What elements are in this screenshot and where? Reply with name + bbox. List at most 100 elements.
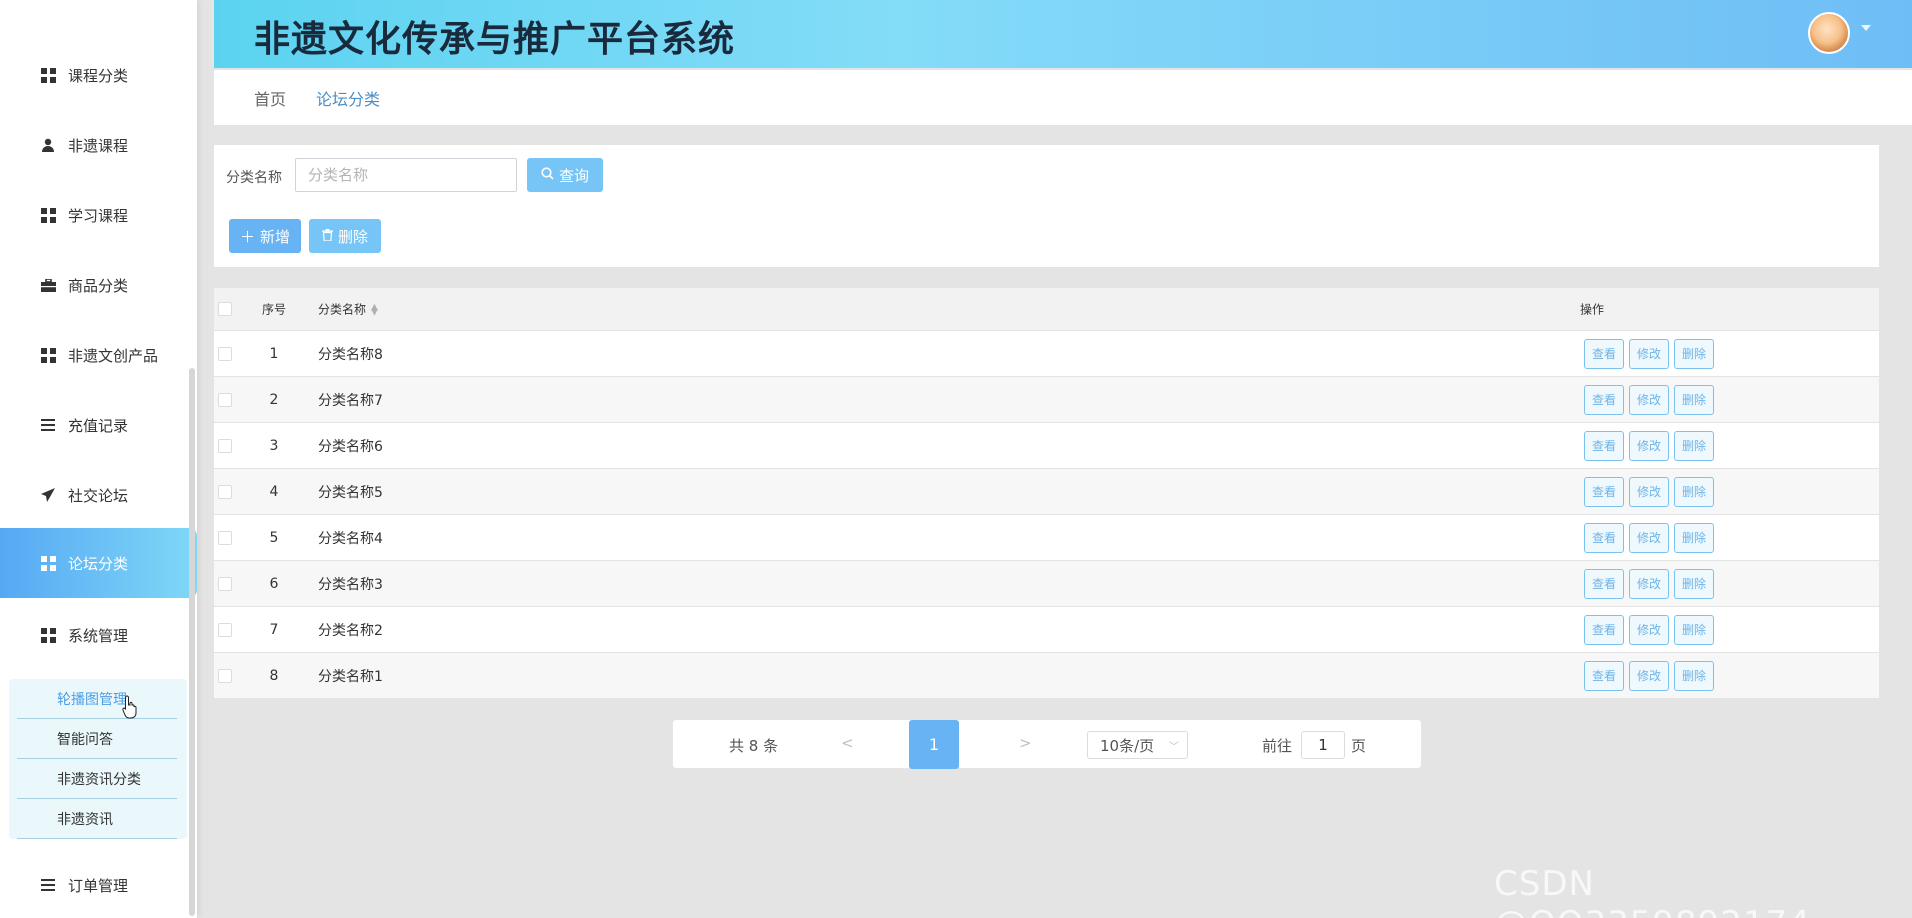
sidebar-scrollbar[interactable]	[189, 368, 195, 916]
delete-button[interactable]: 删除	[1674, 660, 1714, 691]
grid-icon	[40, 67, 56, 83]
avatar[interactable]	[1808, 12, 1850, 54]
delete-button[interactable]: 删除	[1674, 384, 1714, 415]
edit-button[interactable]: 修改	[1629, 568, 1669, 599]
category-table: 序号 分类名称 ▲ ▼ 操作 1 分类名称8 查看 修改 删除 2 分类名称7 查看 修改 删除 3 分类…	[214, 288, 1879, 698]
row-actions: 查看 修改 删除	[1584, 338, 1719, 369]
submenu-item-label: 非遗资讯	[57, 811, 113, 828]
sidebar-item-label: 论坛分类	[68, 554, 129, 573]
table-row: 1 分类名称8 查看 修改 删除	[214, 330, 1879, 376]
submenu-item-news[interactable]: 非遗资讯	[17, 799, 177, 839]
row-checkbox[interactable]	[218, 438, 232, 453]
delete-button[interactable]: 删除	[1674, 614, 1714, 645]
edit-button[interactable]: 修改	[1629, 614, 1669, 645]
view-button[interactable]: 查看	[1584, 568, 1624, 599]
sidebar-item-label: 商品分类	[68, 276, 129, 295]
sidebar-item-order-management[interactable]: 订单管理	[0, 850, 197, 918]
view-button[interactable]: 查看	[1584, 660, 1624, 691]
sidebar-item-study-course[interactable]: 学习课程	[0, 180, 197, 250]
sort-icon[interactable]: ▲ ▼	[371, 303, 378, 317]
goto-label: 前往	[1262, 737, 1293, 755]
header-name[interactable]: 分类名称 ▲ ▼	[318, 301, 378, 318]
table-header: 序号 分类名称 ▲ ▼ 操作	[214, 288, 1879, 330]
sidebar-item-system-management[interactable]: 系统管理	[0, 600, 197, 670]
sidebar-item-heritage-course[interactable]: 非遗课程	[0, 110, 197, 180]
view-button[interactable]: 查看	[1584, 614, 1624, 645]
row-actions: 查看 修改 删除	[1584, 384, 1719, 415]
chevron-down-icon[interactable]	[1861, 25, 1871, 31]
delete-button[interactable]: 删除	[1674, 568, 1714, 599]
submenu-item-label: 非遗资讯分类	[57, 771, 141, 788]
next-page-button[interactable]: >	[1019, 734, 1032, 752]
sidebar: 课程分类 非遗课程 学习课程 商品分类 非遗文创产品 充值记录 社交论坛 论坛分…	[0, 0, 197, 918]
row-index: 8	[269, 667, 279, 684]
search-input[interactable]	[295, 158, 517, 192]
view-button[interactable]: 查看	[1584, 522, 1624, 553]
add-button[interactable]: ＋ 新增	[229, 219, 301, 253]
sidebar-item-recharge-records[interactable]: 充值记录	[0, 390, 197, 460]
submenu-item-carousel[interactable]: 轮播图管理	[17, 679, 177, 719]
trash-icon	[321, 227, 333, 245]
table-row: 3 分类名称6 查看 修改 删除	[214, 422, 1879, 468]
row-checkbox[interactable]	[218, 484, 232, 499]
hand-cursor-icon	[122, 695, 137, 719]
row-checkbox[interactable]	[218, 622, 232, 637]
edit-button[interactable]: 修改	[1629, 338, 1669, 369]
system-submenu: 轮播图管理 智能问答 非遗资讯分类 非遗资讯	[9, 679, 187, 839]
table-row: 4 分类名称5 查看 修改 删除	[214, 468, 1879, 514]
sidebar-item-creative-products[interactable]: 非遗文创产品	[0, 320, 197, 390]
row-checkbox[interactable]	[218, 576, 232, 591]
prev-page-button[interactable]: <	[841, 734, 854, 752]
row-name: 分类名称5	[318, 484, 383, 501]
current-page-button[interactable]: 1	[909, 720, 959, 769]
sidebar-item-course-category[interactable]: 课程分类	[0, 40, 197, 110]
edit-button[interactable]: 修改	[1629, 430, 1669, 461]
page-size-value: 10条/页	[1100, 736, 1155, 755]
row-actions: 查看 修改 删除	[1584, 568, 1719, 599]
sidebar-item-label: 课程分类	[68, 66, 129, 85]
grid-icon	[40, 207, 56, 223]
select-all-checkbox[interactable]	[218, 302, 232, 316]
delete-button[interactable]: 删除	[1674, 522, 1714, 553]
goto-page-input[interactable]	[1301, 731, 1345, 759]
delete-button[interactable]: 删除	[1674, 476, 1714, 507]
delete-button[interactable]: 删除	[1674, 338, 1714, 369]
edit-button[interactable]: 修改	[1629, 384, 1669, 415]
search-icon	[541, 166, 554, 184]
breadcrumb-home[interactable]: 首页	[254, 86, 286, 110]
row-name: 分类名称8	[318, 346, 383, 363]
row-checkbox[interactable]	[218, 530, 232, 545]
header-index: 序号	[261, 302, 286, 317]
delete-button[interactable]: 删除	[1674, 430, 1714, 461]
row-index: 2	[269, 391, 279, 408]
edit-button[interactable]: 修改	[1629, 660, 1669, 691]
submenu-item-label: 轮播图管理	[57, 691, 127, 708]
row-checkbox[interactable]	[218, 668, 232, 683]
row-index: 7	[269, 621, 279, 638]
row-checkbox[interactable]	[218, 392, 232, 407]
delete-button-label: 删除	[337, 227, 368, 246]
sidebar-item-goods-category[interactable]: 商品分类	[0, 250, 197, 320]
view-button[interactable]: 查看	[1584, 384, 1624, 415]
view-button[interactable]: 查看	[1584, 338, 1624, 369]
view-button[interactable]: 查看	[1584, 430, 1624, 461]
sidebar-item-social-forum[interactable]: 社交论坛	[0, 460, 197, 530]
row-checkbox[interactable]	[218, 346, 232, 361]
table-row: 2 分类名称7 查看 修改 删除	[214, 376, 1879, 422]
table-body: 1 分类名称8 查看 修改 删除 2 分类名称7 查看 修改 删除 3 分类名称6 查看 修改 删除 4 分类名…	[214, 330, 1879, 698]
row-index: 1	[269, 345, 279, 362]
page-size-select[interactable]: 10条/页 ﹀	[1087, 731, 1188, 759]
briefcase-icon	[40, 277, 56, 293]
row-index: 4	[269, 483, 279, 500]
edit-button[interactable]: 修改	[1629, 476, 1669, 507]
batch-delete-button[interactable]: 删除	[309, 219, 381, 253]
query-button[interactable]: 查询	[527, 158, 603, 192]
sidebar-item-forum-category[interactable]: 论坛分类	[0, 528, 197, 598]
submenu-item-news-category[interactable]: 非遗资讯分类	[17, 759, 177, 799]
submenu-item-qa[interactable]: 智能问答	[17, 719, 177, 759]
edit-button[interactable]: 修改	[1629, 522, 1669, 553]
row-name: 分类名称6	[318, 438, 383, 455]
view-button[interactable]: 查看	[1584, 476, 1624, 507]
header-actions: 操作	[1580, 302, 1605, 317]
breadcrumb-current: 论坛分类	[316, 89, 381, 109]
